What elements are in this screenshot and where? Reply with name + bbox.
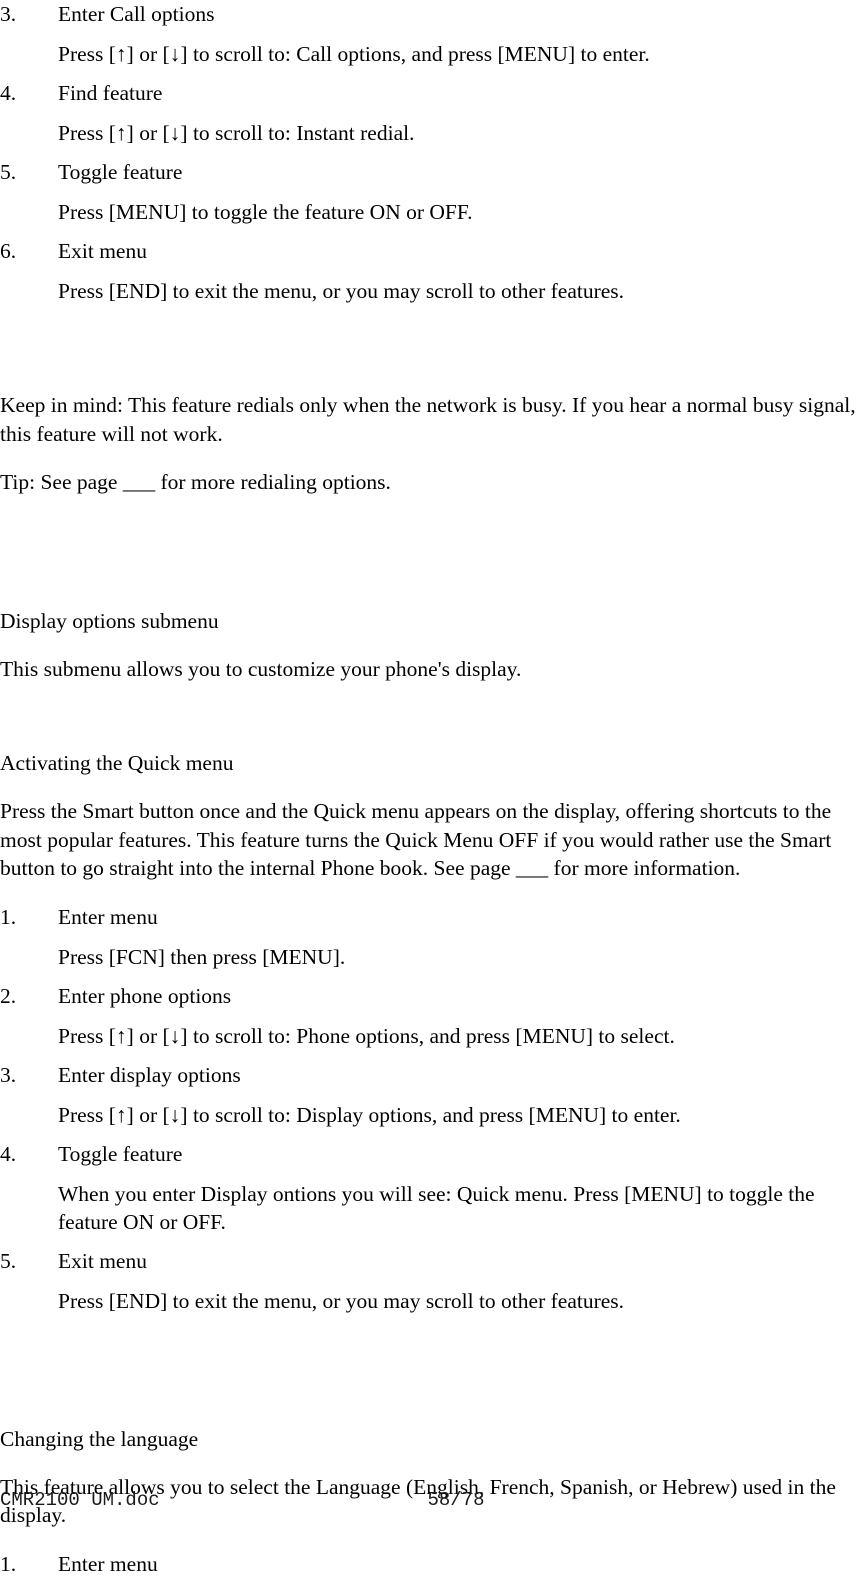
step-row: 4. Find feature xyxy=(0,79,864,107)
display-options-intro: This submenu allows you to customize you… xyxy=(0,656,522,681)
step-row: 2. Enter phone options xyxy=(0,982,864,1010)
step-title: Toggle feature xyxy=(58,1141,183,1166)
step-title: Enter menu xyxy=(58,904,158,929)
step-number: 2. xyxy=(0,983,17,1008)
page-content: 3. Enter Call options Press [↑] or [↓] t… xyxy=(0,0,864,1578)
step-body: Press [END] to exit the menu, or you may… xyxy=(58,1288,625,1313)
step-number: 5. xyxy=(0,1248,17,1273)
step-number: 3. xyxy=(0,1062,17,1087)
footer-page-number: 58/78 xyxy=(427,1489,485,1511)
step-row: 3. Enter Call options xyxy=(0,0,864,28)
step-row: 6. Exit menu xyxy=(0,237,864,265)
section-heading-display-options: Display options submenu xyxy=(0,608,219,633)
page-footer: CMR2100 UM.doc 58/78 xyxy=(0,1488,864,1520)
step-body: Press [↑] or [↓] to scroll to: Display o… xyxy=(58,1102,681,1127)
step-title: Enter phone options xyxy=(58,983,232,1008)
step-title: Exit menu xyxy=(58,239,147,263)
step-title: Exit menu xyxy=(58,1248,147,1273)
step-number: 4. xyxy=(0,81,17,105)
step-number: 3. xyxy=(0,2,17,26)
step-row: 1. Enter menu xyxy=(0,1550,864,1578)
step-row: 5. Exit menu xyxy=(0,1247,864,1275)
step-number: 1. xyxy=(0,1551,17,1576)
keep-in-mind-note: Keep in mind: This feature redials only … xyxy=(0,393,856,446)
step-body: Press [↑] or [↓] to scroll to: Instant r… xyxy=(58,121,415,145)
step-title: Enter display options xyxy=(58,1062,241,1087)
step-row: 5. Toggle feature xyxy=(0,158,864,186)
step-body: Press [FCN] then press [MENU]. xyxy=(58,944,346,969)
step-row: 4. Toggle feature xyxy=(0,1140,864,1168)
step-number: 4. xyxy=(0,1141,17,1166)
step-body: Press [↑] or [↓] to scroll to: Call opti… xyxy=(58,42,650,66)
step-number: 5. xyxy=(0,160,17,184)
step-number: 1. xyxy=(0,904,17,929)
step-title: Enter menu xyxy=(58,1551,158,1576)
tip-note: Tip: See page ___ for more redialing opt… xyxy=(0,470,391,494)
step-body: Press [END] to exit the menu, or you may… xyxy=(58,279,625,303)
step-body: Press [↑] or [↓] to scroll to: Phone opt… xyxy=(58,1023,675,1048)
step-body: Press [MENU] to toggle the feature ON or… xyxy=(58,200,473,224)
quick-menu-intro: Press the Smart button once and the Quic… xyxy=(0,799,832,880)
step-body: When you enter Display ontions you will … xyxy=(58,1181,815,1234)
section-heading-changing-language: Changing the language xyxy=(0,1426,199,1451)
step-title: Find feature xyxy=(58,81,163,105)
step-title: Enter Call options xyxy=(58,2,215,26)
section-heading-quick-menu: Activating the Quick menu xyxy=(0,751,234,775)
step-row: 3. Enter display options xyxy=(0,1061,864,1089)
step-title: Toggle feature xyxy=(58,160,183,184)
document-page: 3. Enter Call options Press [↑] or [↓] t… xyxy=(0,0,864,1576)
step-number: 6. xyxy=(0,239,17,263)
step-row: 1. Enter menu xyxy=(0,903,864,931)
